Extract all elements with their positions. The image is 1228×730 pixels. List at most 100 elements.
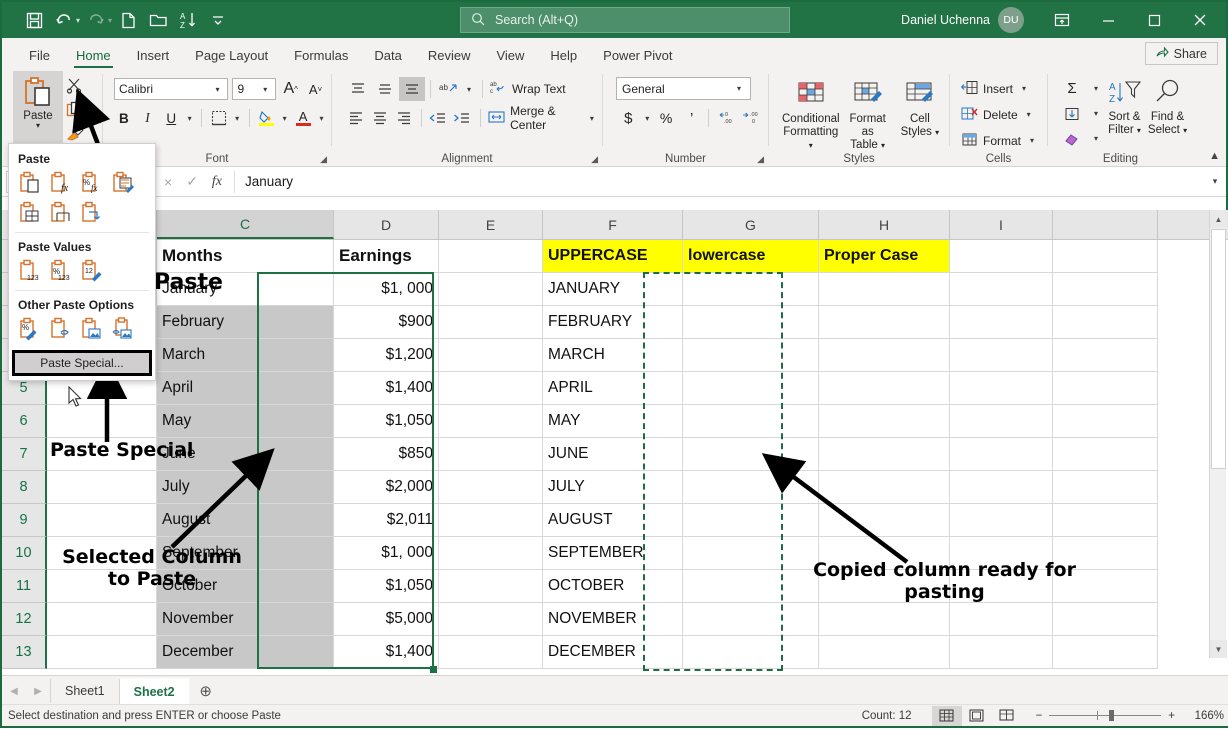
cell-B12[interactable]	[47, 504, 157, 537]
format-cells-button[interactable]: Format ▾	[961, 129, 1042, 152]
sheet-tab-sheet2[interactable]: Sheet2	[119, 678, 189, 704]
tab-insert[interactable]: Insert	[124, 45, 183, 68]
row-header-11[interactable]: 11	[2, 570, 47, 603]
cell-C9[interactable]: May	[157, 405, 334, 438]
delete-dropdown-icon[interactable]: ▾	[1023, 110, 1035, 119]
autosum-button[interactable]: Σ ▾	[1059, 77, 1102, 100]
insert-cells-button[interactable]: Insert ▾	[961, 77, 1042, 100]
cell-D12[interactable]: $2,011	[334, 504, 439, 537]
cell-H4[interactable]: Proper Case	[819, 240, 950, 273]
orientation-icon[interactable]: ab	[436, 77, 462, 101]
tab-review[interactable]: Review	[415, 45, 484, 68]
save-icon[interactable]	[20, 7, 48, 33]
column-header-D[interactable]: D	[334, 210, 439, 239]
borders-dropdown-icon[interactable]: ▾	[233, 114, 242, 123]
cell-D10[interactable]: $850	[334, 438, 439, 471]
close-button[interactable]	[1178, 2, 1222, 38]
cell-H10[interactable]	[819, 438, 950, 471]
cell-J15[interactable]	[1053, 603, 1158, 636]
cell-B9[interactable]	[47, 405, 157, 438]
cell-D4[interactable]: Earnings	[334, 240, 439, 273]
next-sheet-icon[interactable]: ▶	[26, 686, 50, 697]
fill-dropdown-icon[interactable]: ▾	[1090, 109, 1102, 118]
cell-H9[interactable]	[819, 405, 950, 438]
paste-values-icon[interactable]: 123	[16, 258, 44, 284]
cell-J10[interactable]	[1053, 438, 1158, 471]
column-header-J[interactable]	[1053, 210, 1158, 239]
cell-E15[interactable]	[439, 603, 543, 636]
cell-D16[interactable]: $1,400	[334, 636, 439, 669]
cell-G11[interactable]	[683, 471, 819, 504]
paste-values-number-format-icon[interactable]: %123	[47, 258, 75, 284]
cell-B15[interactable]	[47, 603, 157, 636]
paste-formulas-number-format-icon[interactable]: %fx	[78, 170, 106, 196]
cell-J8[interactable]	[1053, 372, 1158, 405]
formula-input[interactable]: January	[234, 171, 1204, 193]
wrap-text-button[interactable]: abc Wrap Text	[490, 78, 566, 101]
cell-H7[interactable]	[819, 339, 950, 372]
align-middle-icon[interactable]	[372, 77, 398, 101]
cell-C15[interactable]: November	[157, 603, 334, 636]
fill-color-dropdown-icon[interactable]: ▾	[280, 114, 289, 123]
cell-styles-button[interactable]: Cell Styles ▾	[896, 77, 944, 152]
cell-D7[interactable]: $1,200	[334, 339, 439, 372]
sheet-tab-sheet1[interactable]: Sheet1	[50, 679, 119, 703]
tab-data[interactable]: Data	[361, 45, 414, 68]
cell-F10[interactable]: JUNE	[543, 438, 683, 471]
vertical-scroll-thumb[interactable]	[1211, 229, 1226, 469]
cell-I9[interactable]	[950, 405, 1053, 438]
paste-linked-picture-icon[interactable]	[109, 316, 137, 342]
cell-E12[interactable]	[439, 504, 543, 537]
number-format-select[interactable]: General ▾	[616, 77, 751, 100]
expand-formula-bar-icon[interactable]: ▾	[1204, 176, 1226, 187]
cell-I12[interactable]	[950, 504, 1053, 537]
font-dialog-launcher[interactable]: ◢	[320, 154, 327, 165]
paste-special-menu-item[interactable]: Paste Special...	[12, 350, 152, 376]
cell-F11[interactable]: JULY	[543, 471, 683, 504]
clear-dropdown-icon[interactable]: ▾	[1090, 134, 1102, 143]
tab-page-layout[interactable]: Page Layout	[182, 45, 281, 68]
cell-F13[interactable]: SEPTEMBER	[543, 537, 683, 570]
cell-F5[interactable]: JANUARY	[543, 273, 683, 306]
search-box[interactable]: Search (Alt+Q)	[460, 7, 790, 33]
cell-D15[interactable]: $5,000	[334, 603, 439, 636]
scroll-down-icon[interactable]: ▼	[1210, 640, 1227, 658]
column-header-E[interactable]: E	[439, 210, 543, 239]
delete-cells-button[interactable]: Delete ▾	[961, 103, 1042, 126]
cell-H15[interactable]	[819, 603, 950, 636]
row-header-12[interactable]: 12	[2, 603, 47, 636]
cell-B11[interactable]	[47, 471, 157, 504]
ribbon-display-options-icon[interactable]	[1040, 2, 1084, 38]
cell-J12[interactable]	[1053, 504, 1158, 537]
cell-E7[interactable]	[439, 339, 543, 372]
paste-all-icon[interactable]	[16, 170, 44, 196]
column-header-C[interactable]: C	[157, 210, 334, 239]
sort-filter-button[interactable]: AZ Sort & Filter ▾	[1104, 77, 1145, 150]
font-color-dropdown-icon[interactable]: ▾	[317, 114, 326, 123]
paste-button[interactable]: Paste ▾	[13, 71, 63, 145]
cell-G7[interactable]	[683, 339, 819, 372]
cell-F15[interactable]: NOVEMBER	[543, 603, 683, 636]
cell-G15[interactable]	[683, 603, 819, 636]
align-bottom-icon[interactable]	[399, 77, 425, 101]
percent-button[interactable]: %	[654, 106, 679, 130]
enter-icon[interactable]: ✓	[186, 173, 198, 190]
zoom-out-button[interactable]: −	[1036, 710, 1043, 722]
cell-D6[interactable]: $900	[334, 306, 439, 339]
cell-I7[interactable]	[950, 339, 1053, 372]
cell-G10[interactable]	[683, 438, 819, 471]
cell-D5[interactable]: $1, 000	[334, 273, 439, 306]
cell-E16[interactable]	[439, 636, 543, 669]
undo-dropdown-icon[interactable]: ▾	[76, 16, 80, 25]
paste-picture-icon[interactable]	[78, 316, 106, 342]
cell-G6[interactable]	[683, 306, 819, 339]
cell-J11[interactable]	[1053, 471, 1158, 504]
cell-J16[interactable]	[1053, 636, 1158, 669]
paste-keep-column-widths-icon[interactable]	[47, 200, 75, 226]
fill-button[interactable]: ▾	[1059, 102, 1102, 125]
zoom-slider[interactable]	[1049, 715, 1161, 716]
cell-I8[interactable]	[950, 372, 1053, 405]
cell-E10[interactable]	[439, 438, 543, 471]
cell-E6[interactable]	[439, 306, 543, 339]
paste-link-icon[interactable]	[47, 316, 75, 342]
